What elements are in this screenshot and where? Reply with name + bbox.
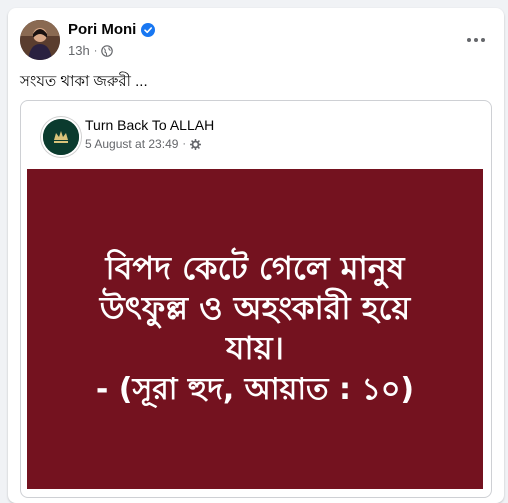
post-caption: সংযত থাকা জরুরী ... [20, 73, 148, 90]
quote-reference: - (সূরা হুদ, আয়াত : ১০) [95, 372, 415, 407]
shared-post-meta: 5 August at 23:49 · [85, 137, 202, 151]
globe-icon[interactable] [101, 44, 114, 57]
author-avatar[interactable] [20, 20, 60, 60]
author-name-row: Pori Moni [68, 21, 156, 38]
shared-post-header: Turn Back To ALLAH 5 August at 23:49 · [21, 101, 491, 169]
quote-image[interactable]: বিপদ কেটে গেলে মানুষ উৎফুল্ল ও অহংকারী হ… [27, 169, 483, 489]
quote-line: উৎফুল্ল ও অহংকারী হয়ে [99, 289, 411, 327]
shared-page-name[interactable]: Turn Back To ALLAH [85, 117, 214, 133]
verified-badge-icon [141, 22, 156, 37]
meta-separator: · [93, 44, 98, 57]
more-options-button[interactable] [458, 22, 494, 58]
more-options-dot [481, 38, 485, 42]
more-options-icon [467, 38, 471, 42]
post-meta: 13h · [68, 43, 114, 58]
more-options-dot [474, 38, 478, 42]
author-name[interactable]: Pori Moni [68, 21, 136, 38]
post-timestamp[interactable]: 13h [68, 43, 90, 58]
page-avatar[interactable] [41, 117, 81, 157]
post-header: Pori Moni 13h · [8, 8, 504, 68]
page-logo-icon [43, 119, 79, 155]
quote-line: বিপদ কেটে গেলে মানুষ [105, 249, 405, 287]
gear-icon [190, 138, 202, 150]
feed-post: Pori Moni 13h · সংযত থাকা জরুরী ... Turn… [8, 8, 504, 503]
shared-post-date[interactable]: 5 August at 23:49 [85, 137, 178, 151]
avatar-photo-icon [20, 20, 60, 60]
quote-line: যায়। [225, 329, 284, 367]
meta-separator: · [182, 138, 187, 150]
shared-post-card[interactable]: Turn Back To ALLAH 5 August at 23:49 · ব… [20, 100, 492, 498]
